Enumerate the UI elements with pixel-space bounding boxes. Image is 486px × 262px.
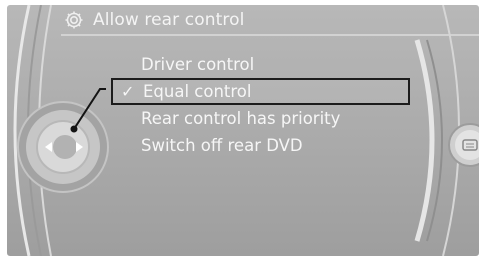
idrive-controller[interactable] [17, 101, 109, 193]
title-bar: Allow rear control [61, 5, 479, 35]
scroll-track[interactable] [414, 39, 435, 242]
page-title: Allow rear control [93, 10, 245, 30]
settings-gear-icon [65, 11, 83, 29]
menu-item-label: Driver control [141, 55, 255, 74]
idrive-screen: Allow rear control Driver control ✓ Equa… [0, 0, 486, 262]
right-side-button[interactable] [448, 123, 479, 167]
menu-item-equal-control[interactable]: ✓ Equal control [111, 78, 410, 105]
menu-item-switch-off-rear-dvd[interactable]: Switch off rear DVD [111, 132, 411, 159]
checkmark-icon: ✓ [121, 82, 135, 101]
display-panel: Allow rear control Driver control ✓ Equa… [7, 5, 479, 256]
menu-item-rear-control-priority[interactable]: Rear control has priority [111, 105, 411, 132]
selection-pointer-dot [70, 125, 78, 133]
menu-item-driver-control[interactable]: Driver control [111, 51, 411, 78]
menu-item-label: Switch off rear DVD [141, 136, 303, 155]
menu-item-label: Equal control [143, 82, 252, 101]
option-menu: Driver control ✓ Equal control Rear cont… [111, 51, 411, 159]
menu-item-label: Rear control has priority [141, 109, 341, 128]
